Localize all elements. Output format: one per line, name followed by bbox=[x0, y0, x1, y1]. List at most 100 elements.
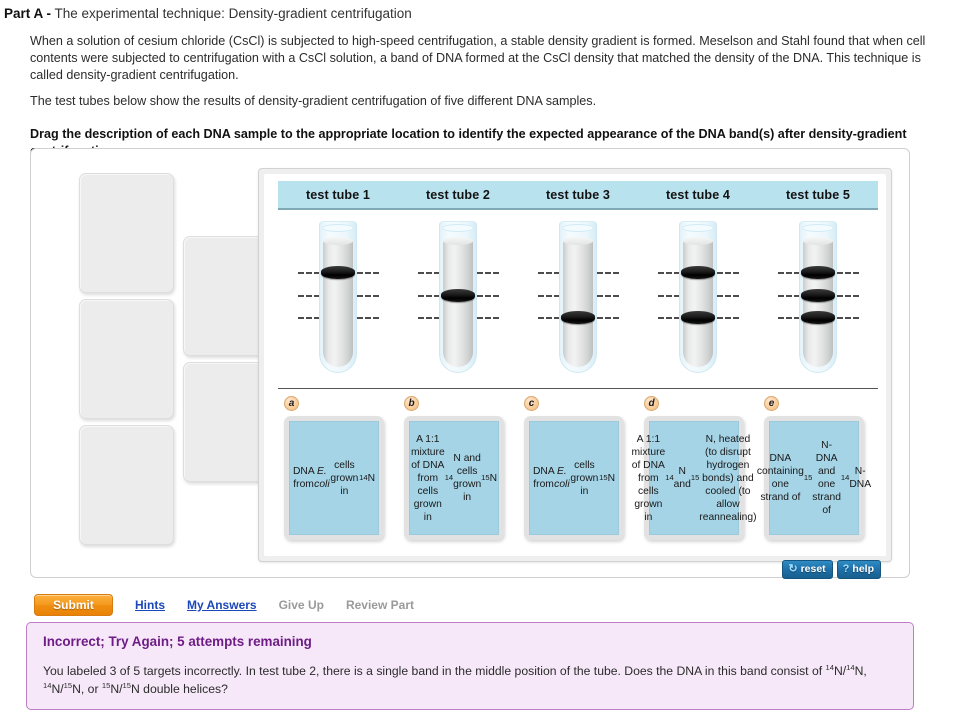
draggable-card-b[interactable]: A 1:1 mixture of DNA from cells grown in… bbox=[404, 416, 504, 540]
tube-rim bbox=[562, 224, 594, 232]
dna-band-top bbox=[321, 266, 355, 279]
tube-rim bbox=[442, 224, 474, 232]
stage-divider bbox=[278, 388, 878, 389]
dna-band-mid bbox=[441, 289, 475, 302]
test-tube-5 bbox=[799, 221, 837, 373]
card-letter-badge-b: b bbox=[404, 396, 419, 411]
feedback-box: Incorrect; Try Again; 5 attempts remaini… bbox=[26, 622, 914, 710]
test-tube-2 bbox=[439, 221, 477, 373]
test-tube-3 bbox=[559, 221, 597, 373]
tick-bottom-left bbox=[538, 317, 560, 319]
card-letter-badge-d: d bbox=[644, 396, 659, 411]
tick-mid-left bbox=[418, 295, 440, 297]
tick-bottom-right bbox=[357, 317, 379, 319]
card-letter-badge-e: e bbox=[764, 396, 779, 411]
intro-text: When a solution of cesium chloride (CsCl… bbox=[30, 33, 940, 160]
page-title: Part A - The experimental technique: Den… bbox=[0, 0, 976, 21]
tick-bottom-right bbox=[837, 317, 859, 319]
dna-band-bottom bbox=[561, 311, 595, 324]
part-label: Part A - bbox=[4, 6, 52, 21]
card-letter-badge-c: c bbox=[524, 396, 539, 411]
action-link-review-part: Review Part bbox=[345, 598, 414, 612]
tube-meniscus bbox=[683, 237, 713, 245]
card-cell-a: a DNA from E. coli cells grown in 14 N bbox=[278, 396, 398, 546]
tube-rim bbox=[682, 224, 714, 232]
tick-bottom-left bbox=[658, 317, 680, 319]
help-button[interactable]: ? help bbox=[836, 560, 881, 579]
tube-header-2: test tube 2 bbox=[425, 187, 491, 202]
tube-header-4: test tube 4 bbox=[665, 187, 731, 202]
card-cell-b: b A 1:1 mixture of DNA from cells grown i… bbox=[398, 396, 518, 546]
tube-meniscus bbox=[563, 237, 593, 245]
card-text-c: DNA from E. coli cells grown in 15 N bbox=[529, 421, 619, 535]
card-text-a: DNA from E. coli cells grown in 14 N bbox=[289, 421, 379, 535]
draggable-card-e[interactable]: DNA containing one strand of 15 N-DNA and… bbox=[757, 416, 871, 540]
tick-mid-right bbox=[477, 295, 499, 297]
tube-meniscus bbox=[323, 237, 353, 245]
tube-gradient-fluid bbox=[683, 241, 713, 367]
draggable-card-c[interactable]: DNA from E. coli cells grown in 15 N bbox=[524, 416, 624, 540]
tick-top-right bbox=[597, 272, 619, 274]
tube-cell-5 bbox=[758, 216, 878, 381]
card-cell-d: d A 1:1 mixture of DNA from cells grown i… bbox=[631, 396, 758, 546]
draggable-card-d[interactable]: A 1:1 mixture of DNA from cells grown in… bbox=[631, 416, 757, 540]
feedback-title: Incorrect; Try Again; 5 attempts remaini… bbox=[43, 634, 312, 649]
tick-bottom-left bbox=[298, 317, 320, 319]
feedback-body: You labeled 3 of 5 targets incorrectly. … bbox=[43, 662, 867, 696]
action-link-hints[interactable]: Hints bbox=[135, 598, 165, 612]
tick-top-right bbox=[717, 272, 739, 274]
tick-bottom-left bbox=[418, 317, 440, 319]
tube-cell-4 bbox=[638, 216, 758, 381]
submit-button[interactable]: Submit bbox=[34, 594, 113, 616]
dna-band-top bbox=[681, 266, 715, 279]
tube-cell-2 bbox=[398, 216, 518, 381]
tick-bottom-right bbox=[717, 317, 739, 319]
tick-top-right bbox=[357, 272, 379, 274]
tube-gradient-fluid bbox=[443, 241, 473, 367]
tube-gradient-fluid bbox=[323, 241, 353, 367]
tick-mid-left bbox=[538, 295, 560, 297]
tick-mid-right bbox=[717, 295, 739, 297]
tube-cell-1 bbox=[278, 216, 398, 381]
tube-meniscus bbox=[443, 237, 473, 245]
tube-rim bbox=[802, 224, 834, 232]
stage-buttons: ↻ reset ? help bbox=[782, 560, 881, 579]
tube-gradient-fluid bbox=[563, 241, 593, 367]
submit-row: Submit Hints My Answers Give Up Review Part bbox=[30, 592, 910, 618]
tick-mid-right bbox=[357, 295, 379, 297]
tube-row bbox=[278, 216, 878, 381]
action-link-give-up: Give Up bbox=[278, 598, 324, 612]
draggable-card-a[interactable]: DNA from E. coli cells grown in 14 N bbox=[284, 416, 384, 540]
reset-button[interactable]: ↻ reset bbox=[782, 560, 833, 579]
empty-drop-slot-2[interactable] bbox=[79, 299, 174, 419]
tick-top-left bbox=[298, 272, 320, 274]
reset-label: reset bbox=[800, 563, 826, 575]
intro-paragraph-2: The test tubes below show the results of… bbox=[30, 94, 597, 108]
card-text-b: A 1:1 mixture of DNA from cells grown in… bbox=[409, 421, 499, 535]
tube-cell-3 bbox=[518, 216, 638, 381]
tick-mid-left bbox=[298, 295, 320, 297]
question-mark-icon: ? bbox=[842, 563, 850, 575]
part-title: The experimental technique: Density-grad… bbox=[54, 6, 412, 21]
intro-paragraph-1: When a solution of cesium chloride (CsCl… bbox=[30, 34, 926, 82]
test-tube-1 bbox=[319, 221, 357, 373]
empty-drop-slot-1[interactable] bbox=[79, 173, 174, 293]
action-link-my-answers[interactable]: My Answers bbox=[187, 598, 257, 612]
tick-top-left bbox=[538, 272, 560, 274]
activity-panel: test tube 1 test tube 2 test tube 3 test tu… bbox=[30, 148, 910, 579]
tick-top-left bbox=[418, 272, 440, 274]
tube-meniscus bbox=[803, 237, 833, 245]
tick-mid-left bbox=[658, 295, 680, 297]
tube-header-5: test tube 5 bbox=[785, 187, 851, 202]
reset-icon: ↻ bbox=[788, 563, 798, 575]
card-cell-c: c DNA from E. coli cells grown in 15 N bbox=[518, 396, 638, 546]
tick-top-left bbox=[658, 272, 680, 274]
stage-inner: test tube 1 test tube 2 test tube 3 test tu… bbox=[264, 174, 886, 556]
empty-drop-slot-3[interactable] bbox=[79, 425, 174, 545]
dna-band-bottom bbox=[681, 311, 715, 324]
help-label: help bbox=[852, 563, 874, 575]
card-text-e: DNA containing one strand of 15 N-DNA and… bbox=[757, 421, 871, 535]
tube-header-1: test tube 1 bbox=[305, 187, 371, 202]
drag-drop-stage: test tube 1 test tube 2 test tube 3 test tu… bbox=[258, 168, 892, 579]
card-text-d: A 1:1 mixture of DNA from cells grown in… bbox=[631, 421, 757, 535]
